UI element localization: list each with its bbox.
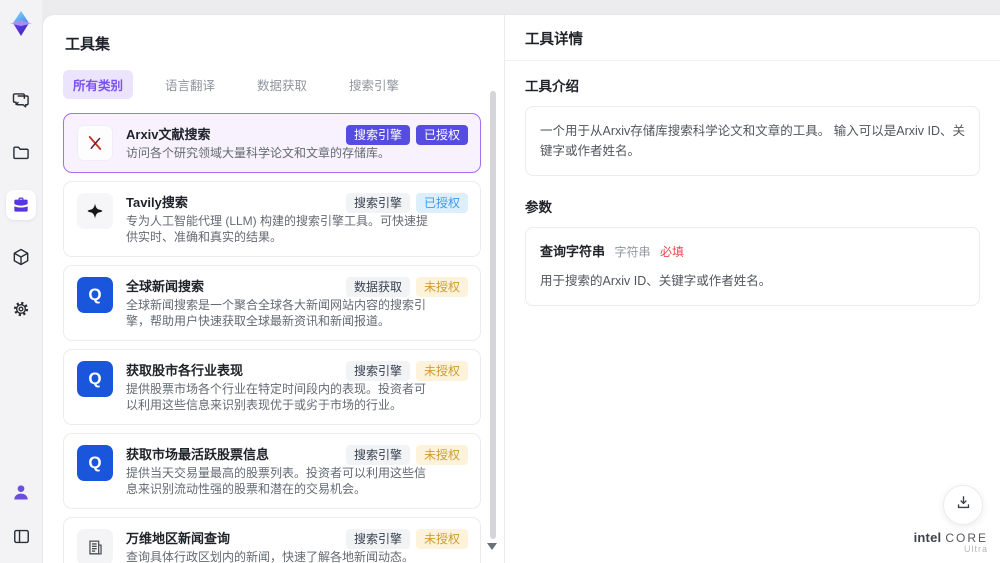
tavily-star-icon xyxy=(77,193,113,229)
page-title: 工具集 xyxy=(65,36,111,53)
category-badge: 搜索引擎 xyxy=(345,529,410,549)
folder-icon[interactable] xyxy=(6,138,36,168)
param-name: 查询字符串 xyxy=(540,244,606,259)
category-tab-1[interactable]: 语言翻译 xyxy=(155,70,225,99)
category-badge: 搜索引擎 xyxy=(345,193,410,213)
brand-ultra: Ultra xyxy=(963,544,988,555)
toolbox-icon[interactable] xyxy=(6,190,36,220)
tool-description: 全球新闻搜索是一个聚合全球各大新闻网站内容的搜索引擎，帮助用户快速获取全球最新资… xyxy=(126,298,427,328)
main-content-card: 工具集 所有类别 语言翻译 数据获取 搜索引擎 Arxiv文献搜索 访问各个研究领域大… xyxy=(42,14,1000,563)
detail-header: 工具详情 xyxy=(505,15,1000,61)
tool-description: 提供当天交易量最高的股票列表。投资者可以利用这些信息来识别流动性强的股票和潜在的… xyxy=(126,466,427,496)
tool-description: 专为人工智能代理 (LLM) 构建的搜索引擎工具。可快速提供实时、准确和真实的结… xyxy=(126,214,429,244)
category-tab-3[interactable]: 搜索引擎 xyxy=(339,70,409,99)
brand-intel: intel xyxy=(913,529,942,545)
detail-title: 工具详情 xyxy=(525,32,583,48)
download-button[interactable] xyxy=(943,485,983,525)
category-tabs: 所有类别 语言翻译 数据获取 搜索引擎 xyxy=(63,70,504,99)
params-heading: 参数 xyxy=(525,200,552,215)
auth-status-badge: 已授权 xyxy=(415,193,468,213)
tool-card-3[interactable]: Q 获取股市各行业表现 提供股票市场各个行业在特定时间段内的表现。投资者可以利用… xyxy=(63,349,481,425)
brand-core: CORE xyxy=(945,530,988,545)
auth-status-badge: 未授权 xyxy=(415,361,468,381)
download-icon xyxy=(955,494,972,516)
param-required-badge: 必填 xyxy=(660,245,685,259)
tool-card-4[interactable]: Q 获取市场最活跃股票信息 提供当天交易量最高的股票列表。投资者可以利用这些信息… xyxy=(63,433,481,509)
intro-box: 一个用于从Arxiv存储库搜索科学论文和文章的工具。 输入可以是Arxiv ID… xyxy=(525,106,980,176)
category-badge: 数据获取 xyxy=(345,277,410,297)
param-box: 查询字符串 字符串 必填 用于搜索的Arxiv ID、关键字或作者姓名。 xyxy=(525,227,980,306)
tool-detail-panel: 工具详情 工具介绍 一个用于从Arxiv存储库搜索科学论文和文章的工具。 输入可… xyxy=(505,15,1000,563)
tool-card-0[interactable]: Arxiv文献搜索 访问各个研究领域大量科学论文和文章的存储库。 搜索引擎 已授… xyxy=(63,113,481,173)
stock-sector-icon: Q xyxy=(77,361,113,397)
category-badge: 搜索引擎 xyxy=(345,125,410,145)
intro-heading: 工具介绍 xyxy=(525,79,579,94)
cube-icon[interactable] xyxy=(6,242,36,272)
tool-list: Arxiv文献搜索 访问各个研究领域大量科学论文和文章的存储库。 搜索引擎 已授… xyxy=(63,113,481,563)
tool-card-2[interactable]: Q 全球新闻搜索 全球新闻搜索是一个聚合全球各大新闻网站内容的搜索引擎，帮助用户… xyxy=(63,265,481,341)
tool-card-5[interactable]: 万维地区新闻查询 查询具体行政区划内的新闻，快速了解各地新闻动态。 搜索引擎 未… xyxy=(63,517,481,563)
tool-description: 提供股票市场各个行业在特定时间段内的表现。投资者可以利用这些信息来识别表现优于或… xyxy=(126,382,427,412)
tool-list-panel: 工具集 所有类别 语言翻译 数据获取 搜索引擎 Arxiv文献搜索 访问各个研究领域大… xyxy=(43,15,505,563)
auth-status-badge: 未授权 xyxy=(415,277,468,297)
active-stocks-icon: Q xyxy=(77,445,113,481)
auth-status-badge: 未授权 xyxy=(415,529,468,549)
intel-core-logo: intel CORE Ultra xyxy=(913,529,988,555)
settings-icon[interactable] xyxy=(6,294,36,324)
category-badge: 搜索引擎 xyxy=(345,445,410,465)
left-rail xyxy=(0,0,42,563)
global-news-icon: Q xyxy=(77,277,113,313)
auth-status-badge: 已授权 xyxy=(415,125,468,145)
tool-description: 查询具体行政区划内的新闻，快速了解各地新闻动态。 xyxy=(126,550,415,563)
tool-description: 访问各个研究领域大量科学论文和文章的存储库。 xyxy=(126,146,391,160)
chat-icon[interactable] xyxy=(6,86,36,116)
collapse-panel-icon[interactable] xyxy=(6,521,36,551)
auth-status-badge: 未授权 xyxy=(415,445,468,465)
regional-news-icon xyxy=(77,529,113,563)
app-logo xyxy=(7,10,35,38)
scroll-down-arrow-icon[interactable] xyxy=(487,543,497,550)
user-avatar-icon[interactable] xyxy=(6,477,36,507)
param-desc: 用于搜索的Arxiv ID、关键字或作者姓名。 xyxy=(540,273,772,288)
tool-card-1[interactable]: Tavily搜索 专为人工智能代理 (LLM) 构建的搜索引擎工具。可快速提供实… xyxy=(63,181,481,257)
category-tab-0[interactable]: 所有类别 xyxy=(63,70,134,99)
category-badge: 搜索引擎 xyxy=(345,361,410,381)
arxiv-logo-icon xyxy=(77,125,113,161)
scrollbar-thumb[interactable] xyxy=(490,91,496,539)
param-type: 字符串 xyxy=(614,245,651,259)
category-tab-2[interactable]: 数据获取 xyxy=(247,70,317,99)
